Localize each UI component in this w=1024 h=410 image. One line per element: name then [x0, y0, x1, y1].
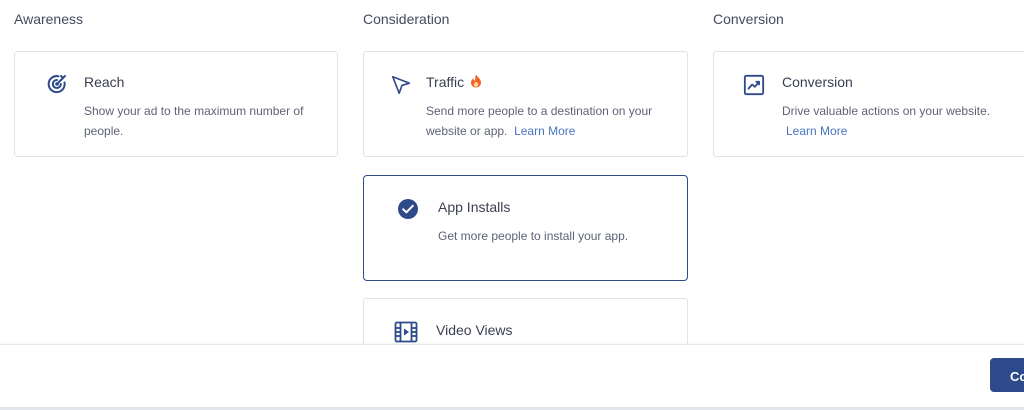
- app-installs-card-title: App Installs: [438, 199, 511, 215]
- footer-bar: [0, 344, 1024, 410]
- reach-card-description: Show your ad to the maximum number of pe…: [84, 104, 304, 138]
- trending-up-chart-icon: [742, 73, 766, 97]
- app-installs-objective-card[interactable]: App Installs Get more people to install …: [363, 175, 688, 281]
- reach-card-title: Reach: [84, 74, 125, 90]
- traffic-objective-card[interactable]: Traffic Send more people to a destinatio…: [363, 51, 688, 157]
- app-installs-card-description: Get more people to install your app.: [438, 229, 629, 243]
- target-icon: [45, 72, 69, 96]
- cursor-arrow-icon: [389, 73, 413, 97]
- conversion-objective-card[interactable]: Conversion Drive valuable actions on you…: [713, 51, 1024, 157]
- awareness-column-title: Awareness: [14, 11, 84, 27]
- continue-button[interactable]: Continue: [990, 358, 1024, 392]
- conversion-card-title: Conversion: [782, 74, 853, 90]
- consideration-column-title: Consideration: [363, 11, 450, 27]
- traffic-card-title: Traffic: [426, 74, 465, 90]
- conversion-learn-more-link[interactable]: Learn More: [786, 124, 847, 138]
- reach-objective-card[interactable]: Reach Show your ad to the maximum number…: [14, 51, 338, 157]
- check-circle-icon: [396, 197, 420, 221]
- traffic-learn-more-link[interactable]: Learn More: [514, 124, 575, 138]
- conversion-card-description: Drive valuable actions on your website.: [782, 104, 991, 118]
- conversion-card-description-block: Drive valuable actions on your website. …: [782, 101, 1012, 141]
- film-icon: [394, 320, 418, 344]
- traffic-card-title-row: Traffic: [426, 74, 482, 91]
- conversion-column-title: Conversion: [713, 11, 784, 27]
- flame-icon: [470, 74, 482, 91]
- traffic-card-description-block: Send more people to a destination on you…: [426, 101, 676, 141]
- video-views-card-title: Video Views: [436, 322, 513, 338]
